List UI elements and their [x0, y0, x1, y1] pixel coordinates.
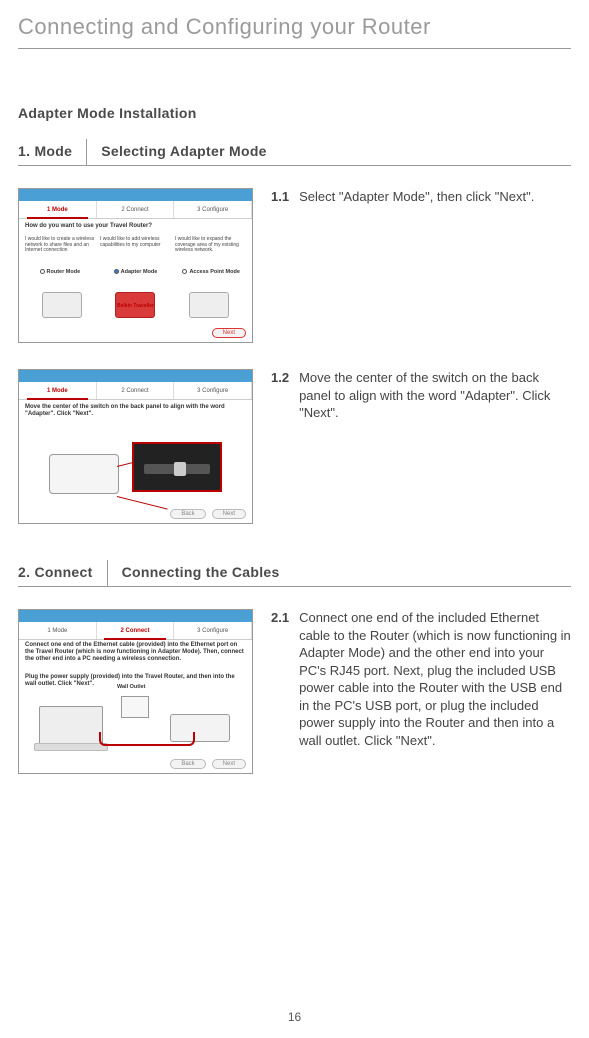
wizard-tab-label: Configure — [202, 628, 228, 634]
wizard-buttons: Back Next — [170, 509, 246, 519]
wizard-tab-configure: 3 Configure — [174, 382, 252, 399]
wizard-tab-configure: 3 Configure — [174, 201, 252, 218]
wizard-tab-label: Mode — [52, 207, 68, 213]
device-brand-label: Belkin Traveller — [117, 303, 154, 309]
section-label-connecting-cables: Connecting the Cables — [108, 560, 280, 586]
wizard-instruction: Move the center of the switch on the bac… — [25, 404, 246, 418]
radio-adapter-mode: Adapter Mode — [101, 269, 171, 275]
wall-outlet-icon — [121, 696, 149, 718]
wizard-tab-num: 1 — [47, 628, 50, 634]
switch-illustration — [39, 440, 232, 499]
wizard-tab-label: Connect — [126, 207, 148, 213]
wizard-tab-num: 3 — [197, 628, 200, 634]
next-button: Next — [212, 509, 246, 519]
step-1-1: 1 Mode 2 Connect 3 Configure How do you … — [18, 188, 571, 343]
wizard-tab-connect: 2 Connect — [97, 201, 175, 218]
wizard-buttons: Back Next — [170, 759, 246, 769]
step-1-1-text: 1.1 Select "Adapter Mode", then click "N… — [271, 188, 571, 206]
wizard-tab-num: 1 — [47, 207, 50, 213]
wizard-buttons: Next — [212, 328, 246, 338]
wizard-tab-label: Configure — [202, 388, 228, 394]
step-number: 2.1 — [271, 609, 289, 749]
step-body: Move the center of the switch on the bac… — [299, 369, 571, 422]
cable-illustration: Wall Outlet — [29, 696, 242, 749]
wizard-tab-configure: 3 Configure — [174, 622, 252, 639]
wizard-tab-label: Mode — [52, 388, 68, 394]
wizard-screenshot-connect-cables: 1 Mode 2 Connect 3 Configure Connect one… — [18, 609, 253, 774]
wizard-tabs: 1 Mode 2 Connect 3 Configure — [19, 622, 252, 640]
step-body: Connect one end of the included Ethernet… — [299, 609, 571, 749]
wizard-tabs: 1 Mode 2 Connect 3 Configure — [19, 382, 252, 400]
radio-access-point-mode: Access Point Mode — [176, 269, 246, 275]
step-number: 1.1 — [271, 188, 289, 206]
wizard-screenshot-mode-select: 1 Mode 2 Connect 3 Configure How do you … — [18, 188, 253, 343]
wizard-tab-num: 2 — [121, 628, 124, 634]
section-label-selecting-adapter-mode: Selecting Adapter Mode — [87, 139, 267, 165]
wizard-instruction-1: Connect one end of the Ethernet cable (p… — [25, 642, 246, 664]
subtitle-adapter-mode-installation: Adapter Mode Installation — [18, 105, 571, 121]
page-title: Connecting and Configuring your Router — [18, 0, 571, 49]
wizard-col-ap: I would like to expand the coverage area… — [175, 237, 246, 254]
step-number: 1.2 — [271, 369, 289, 422]
wizard-tab-label: Connect — [126, 388, 148, 394]
wizard-mode-radios: Router Mode Adapter Mode Access Point Mo… — [25, 269, 246, 275]
wizard-question: How do you want to use your Travel Route… — [25, 223, 246, 230]
radio-icon — [40, 269, 45, 274]
device-icon — [189, 292, 229, 318]
wizard-tab-label: Configure — [202, 207, 228, 213]
laptop-icon — [39, 706, 103, 746]
wizard-tab-num: 3 — [197, 207, 200, 213]
step-1-2-text: 1.2 Move the center of the switch on the… — [271, 369, 571, 422]
wizard-tabs: 1 Mode 2 Connect 3 Configure — [19, 201, 252, 219]
step-1-2: 1 Mode 2 Connect 3 Configure Move the ce… — [18, 369, 571, 524]
step-2-1: 1 Mode 2 Connect 3 Configure Connect one… — [18, 609, 571, 774]
radio-icon — [182, 269, 187, 274]
wall-outlet-label: Wall Outlet — [117, 684, 146, 690]
wizard-tab-label: Mode — [52, 628, 67, 634]
wizard-tab-mode: 1 Mode — [19, 201, 97, 218]
switch-zoom-icon — [132, 442, 222, 492]
wizard-tab-connect: 2 Connect — [97, 622, 175, 639]
back-button: Back — [170, 509, 205, 519]
step-body: Select "Adapter Mode", then click "Next"… — [299, 188, 571, 206]
cable-icon — [99, 732, 195, 746]
wizard-tab-connect: 2 Connect — [97, 382, 175, 399]
next-button: Next — [212, 328, 246, 338]
section-number-1: 1. Mode — [18, 139, 87, 165]
wizard-col-router: I would like to create a wireless networ… — [25, 237, 96, 254]
section-header-mode: 1. Mode Selecting Adapter Mode — [18, 139, 571, 166]
device-icon — [42, 292, 82, 318]
step-2-1-text: 2.1 Connect one end of the included Ethe… — [271, 609, 571, 749]
radio-label: Adapter Mode — [121, 269, 158, 275]
router-icon — [49, 454, 119, 494]
section-number-2: 2. Connect — [18, 560, 108, 586]
radio-router-mode: Router Mode — [25, 269, 95, 275]
wizard-tab-label: Connect — [126, 628, 150, 634]
wizard-screenshot-switch: 1 Mode 2 Connect 3 Configure Move the ce… — [18, 369, 253, 524]
wizard-col-adapter: I would like to add wireless capabilitie… — [100, 237, 171, 254]
page-number: 16 — [0, 1010, 589, 1024]
wizard-tab-num: 1 — [47, 388, 50, 394]
radio-label: Router Mode — [47, 269, 81, 275]
wizard-option-descriptions: I would like to create a wireless networ… — [25, 237, 246, 254]
wizard-tab-mode: 1 Mode — [19, 382, 97, 399]
back-button: Back — [170, 759, 205, 769]
wizard-tab-num: 3 — [197, 388, 200, 394]
wizard-tab-mode: 1 Mode — [19, 622, 97, 639]
radio-label: Access Point Mode — [189, 269, 239, 275]
radio-icon — [114, 269, 119, 274]
section-header-connect: 2. Connect Connecting the Cables — [18, 560, 571, 587]
wizard-device-illustration: Belkin Traveller — [25, 283, 246, 327]
wizard-tab-num: 2 — [121, 207, 124, 213]
wizard-tab-num: 2 — [121, 388, 124, 394]
next-button: Next — [212, 759, 246, 769]
